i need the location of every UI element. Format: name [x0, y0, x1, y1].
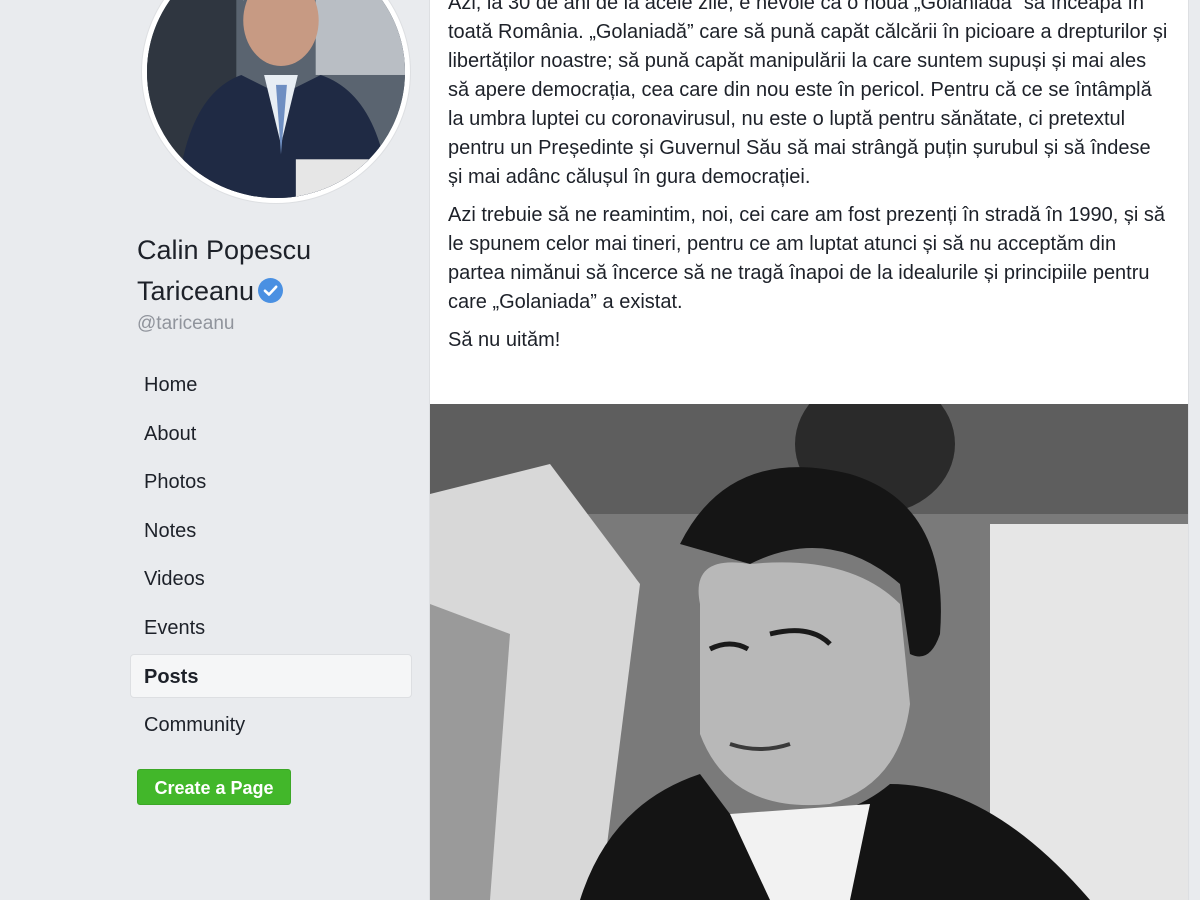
post-paragraph: Azi, la 30 de ani de la acele zile, e ne…: [448, 0, 1168, 188]
page-sidebar: Calin Popescu Tariceanu @tariceanu Home …: [0, 0, 429, 900]
post-photo-illustration: [430, 404, 1188, 900]
verified-check-icon: [258, 278, 284, 303]
page-title[interactable]: Calin Popescu Tariceanu: [137, 230, 397, 312]
nav-item-videos[interactable]: Videos: [130, 556, 412, 600]
nav-item-about[interactable]: About: [130, 411, 412, 455]
nav-item-events[interactable]: Events: [130, 605, 412, 649]
nav-item-photos[interactable]: Photos: [130, 459, 412, 503]
post-body: Azi, la 30 de ani de la acele zile, e ne…: [430, 0, 1188, 355]
page-name-text[interactable]: Calin Popescu Tariceanu: [137, 235, 311, 306]
nav-item-posts[interactable]: Posts: [130, 653, 412, 698]
post-card: Azi, la 30 de ani de la acele zile, e ne…: [429, 0, 1189, 900]
post-paragraph: Să nu uităm!: [448, 329, 561, 351]
page-gutter: [1189, 0, 1200, 900]
profile-photo-illustration: [147, 0, 405, 198]
nav-item-notes[interactable]: Notes: [130, 508, 412, 552]
create-page-button[interactable]: Create a Page: [137, 769, 291, 805]
post-paragraph: Azi trebuie să ne reamintim, noi, cei ca…: [448, 204, 1166, 313]
post-photo[interactable]: [430, 404, 1188, 900]
nav-item-home[interactable]: Home: [130, 362, 412, 406]
profile-photo[interactable]: [141, 0, 411, 204]
nav-item-community[interactable]: Community: [130, 702, 412, 746]
page-handle[interactable]: @tariceanu: [137, 313, 234, 335]
verified-check-glyph: [263, 285, 278, 296]
profile-photo-image: [147, 0, 405, 198]
page-nav: Home About Photos Notes Videos Events Po…: [130, 362, 412, 751]
